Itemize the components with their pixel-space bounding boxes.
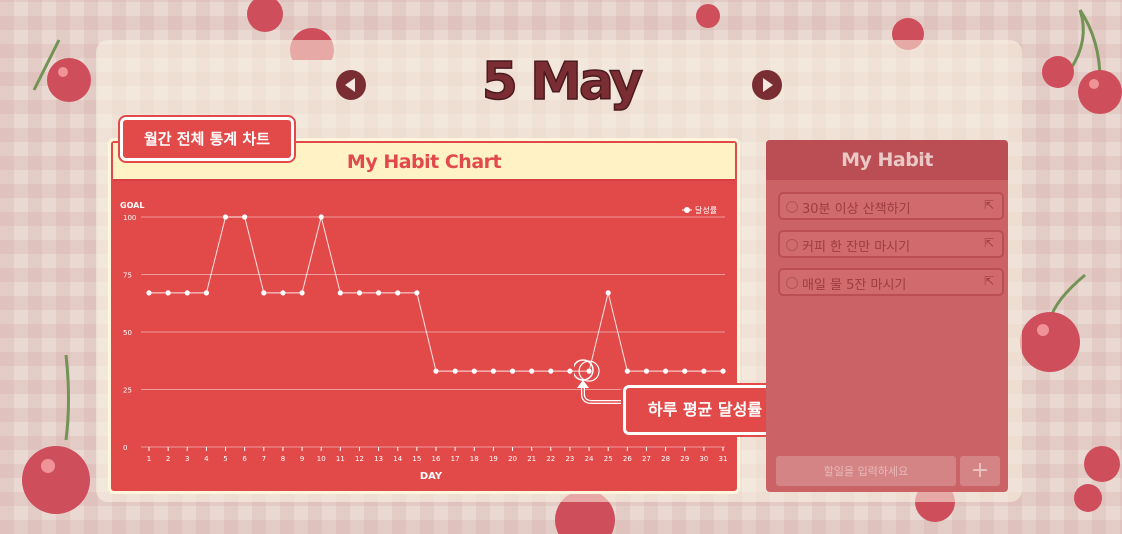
habit-item-label: 매일 물 5잔 마시기 <box>802 278 907 293</box>
pin-icon[interactable]: ⇱ <box>984 198 994 212</box>
habit-item[interactable]: 30분 이상 산책하기 ⇱ <box>778 192 1004 220</box>
data-point <box>471 368 477 374</box>
x-tick-label: 21 <box>527 455 536 463</box>
data-point <box>663 368 669 374</box>
data-point <box>203 290 209 296</box>
checkbox-icon[interactable] <box>786 277 798 289</box>
habit-item[interactable]: 매일 물 5잔 마시기 ⇱ <box>778 268 1004 296</box>
data-point <box>356 290 363 296</box>
habit-chart-card: My Habit Chart GOAL 달성률 0 25 50 75 100 12345… <box>108 138 740 494</box>
month-title: 5 May <box>481 51 644 113</box>
habit-item[interactable]: 커피 한 잔만 마시기 ⇱ <box>778 230 1004 258</box>
x-tick-label: 9 <box>300 455 304 463</box>
data-point <box>452 368 458 374</box>
x-tick-label: 24 <box>585 455 594 463</box>
x-tick-label: 25 <box>604 455 613 463</box>
y-tick-label: 0 <box>123 444 127 452</box>
data-point <box>605 290 611 296</box>
x-tick-label: 13 <box>374 455 383 463</box>
x-tick-label: 16 <box>432 455 441 463</box>
data-point <box>490 368 496 374</box>
habit-panel-title: My Habit <box>766 140 1008 180</box>
series-line <box>149 216 723 372</box>
habit-item-label: 30분 이상 산책하기 <box>802 202 911 217</box>
data-point <box>433 368 439 374</box>
x-tick-label: 12 <box>355 455 364 463</box>
data-point <box>318 214 324 220</box>
data-point <box>548 368 554 374</box>
x-tick-label: 14 <box>393 455 402 463</box>
habit-item-label: 커피 한 잔만 마시기 <box>802 240 911 255</box>
chart-legend: 달성률 <box>682 206 717 215</box>
x-tick-label: 23 <box>565 455 574 463</box>
x-tick-label: 30 <box>699 455 708 463</box>
x-tick-label: 6 <box>242 455 247 463</box>
pin-icon[interactable]: ⇱ <box>984 274 994 288</box>
data-point <box>414 290 420 296</box>
x-tick-label: 7 <box>262 455 266 463</box>
x-tick-label: 26 <box>623 455 632 463</box>
x-tick-label: 3 <box>185 455 189 463</box>
checkbox-icon[interactable] <box>786 239 798 251</box>
data-point <box>280 290 286 296</box>
monthly-chart-callout: 월간 전체 통계 차트 <box>120 117 294 161</box>
new-habit-input[interactable] <box>776 456 956 486</box>
x-tick-label: 17 <box>451 455 460 463</box>
data-point <box>720 368 726 374</box>
chart-legend-label: 달성률 <box>695 206 717 215</box>
x-tick-label: 8 <box>281 455 285 463</box>
habit-panel: My Habit 30분 이상 산책하기 ⇱ 커피 한 잔만 마시기 ⇱ 매일 … <box>766 140 1008 492</box>
x-tick-label: 18 <box>470 455 479 463</box>
x-tick-label: 11 <box>336 455 345 463</box>
data-point <box>395 290 401 296</box>
chevron-right-icon <box>763 78 773 92</box>
data-point <box>299 290 305 296</box>
next-month-button[interactable] <box>752 70 782 100</box>
x-tick-label: 5 <box>223 455 227 463</box>
data-point <box>643 368 650 374</box>
pin-icon[interactable]: ⇱ <box>984 236 994 250</box>
checkbox-icon[interactable] <box>786 201 798 213</box>
data-point <box>529 368 535 374</box>
x-tick-label: 15 <box>412 455 421 463</box>
x-tick-label: 20 <box>508 455 517 463</box>
daily-average-callout: 하루 평균 달성률 <box>623 385 787 435</box>
x-tick-label: 10 <box>317 455 326 463</box>
data-point <box>337 290 343 296</box>
x-tick-label: 2 <box>166 455 170 463</box>
data-point <box>682 368 688 374</box>
x-tick-label: 4 <box>204 455 209 463</box>
data-point <box>165 290 171 296</box>
data-point <box>261 290 267 296</box>
habit-line-chart: GOAL 달성률 0255075100 1 2 3 4 5 6 7 8 9 10 11 12 13 14 1… <box>120 201 728 482</box>
chart-x-axis-label: DAY <box>420 471 443 482</box>
chevron-left-icon <box>345 78 355 92</box>
data-point <box>567 368 573 374</box>
data-point <box>184 290 190 296</box>
data-point <box>146 290 152 296</box>
chart-goal-label: GOAL <box>120 201 144 210</box>
x-tick-label: 27 <box>642 455 651 463</box>
data-point <box>222 214 229 220</box>
x-tick-label: 19 <box>489 455 498 463</box>
y-tick-label: 100 <box>123 214 136 222</box>
habit-list: 30분 이상 산책하기 ⇱ 커피 한 잔만 마시기 ⇱ 매일 물 5잔 마시기 … <box>778 192 1004 306</box>
data-point <box>701 368 707 374</box>
y-tick-label: 25 <box>123 387 132 395</box>
x-tick-label: 29 <box>680 455 689 463</box>
prev-month-button[interactable] <box>336 70 366 100</box>
add-habit-button[interactable]: + <box>960 456 1000 486</box>
x-tick-label: 1 <box>147 455 151 463</box>
x-tick-label: 31 <box>719 455 728 463</box>
callout-pointer-arrow <box>574 359 624 404</box>
y-tick-label: 50 <box>123 329 132 337</box>
x-tick-label: 22 <box>546 455 555 463</box>
cherry-decoration-bottom-right <box>1074 446 1120 512</box>
x-tick-label: 28 <box>661 455 670 463</box>
data-point <box>242 214 248 220</box>
y-tick-label: 75 <box>123 272 132 280</box>
cherry-decoration-right-mid <box>1020 273 1086 372</box>
data-point <box>509 368 516 374</box>
data-point <box>376 290 382 296</box>
